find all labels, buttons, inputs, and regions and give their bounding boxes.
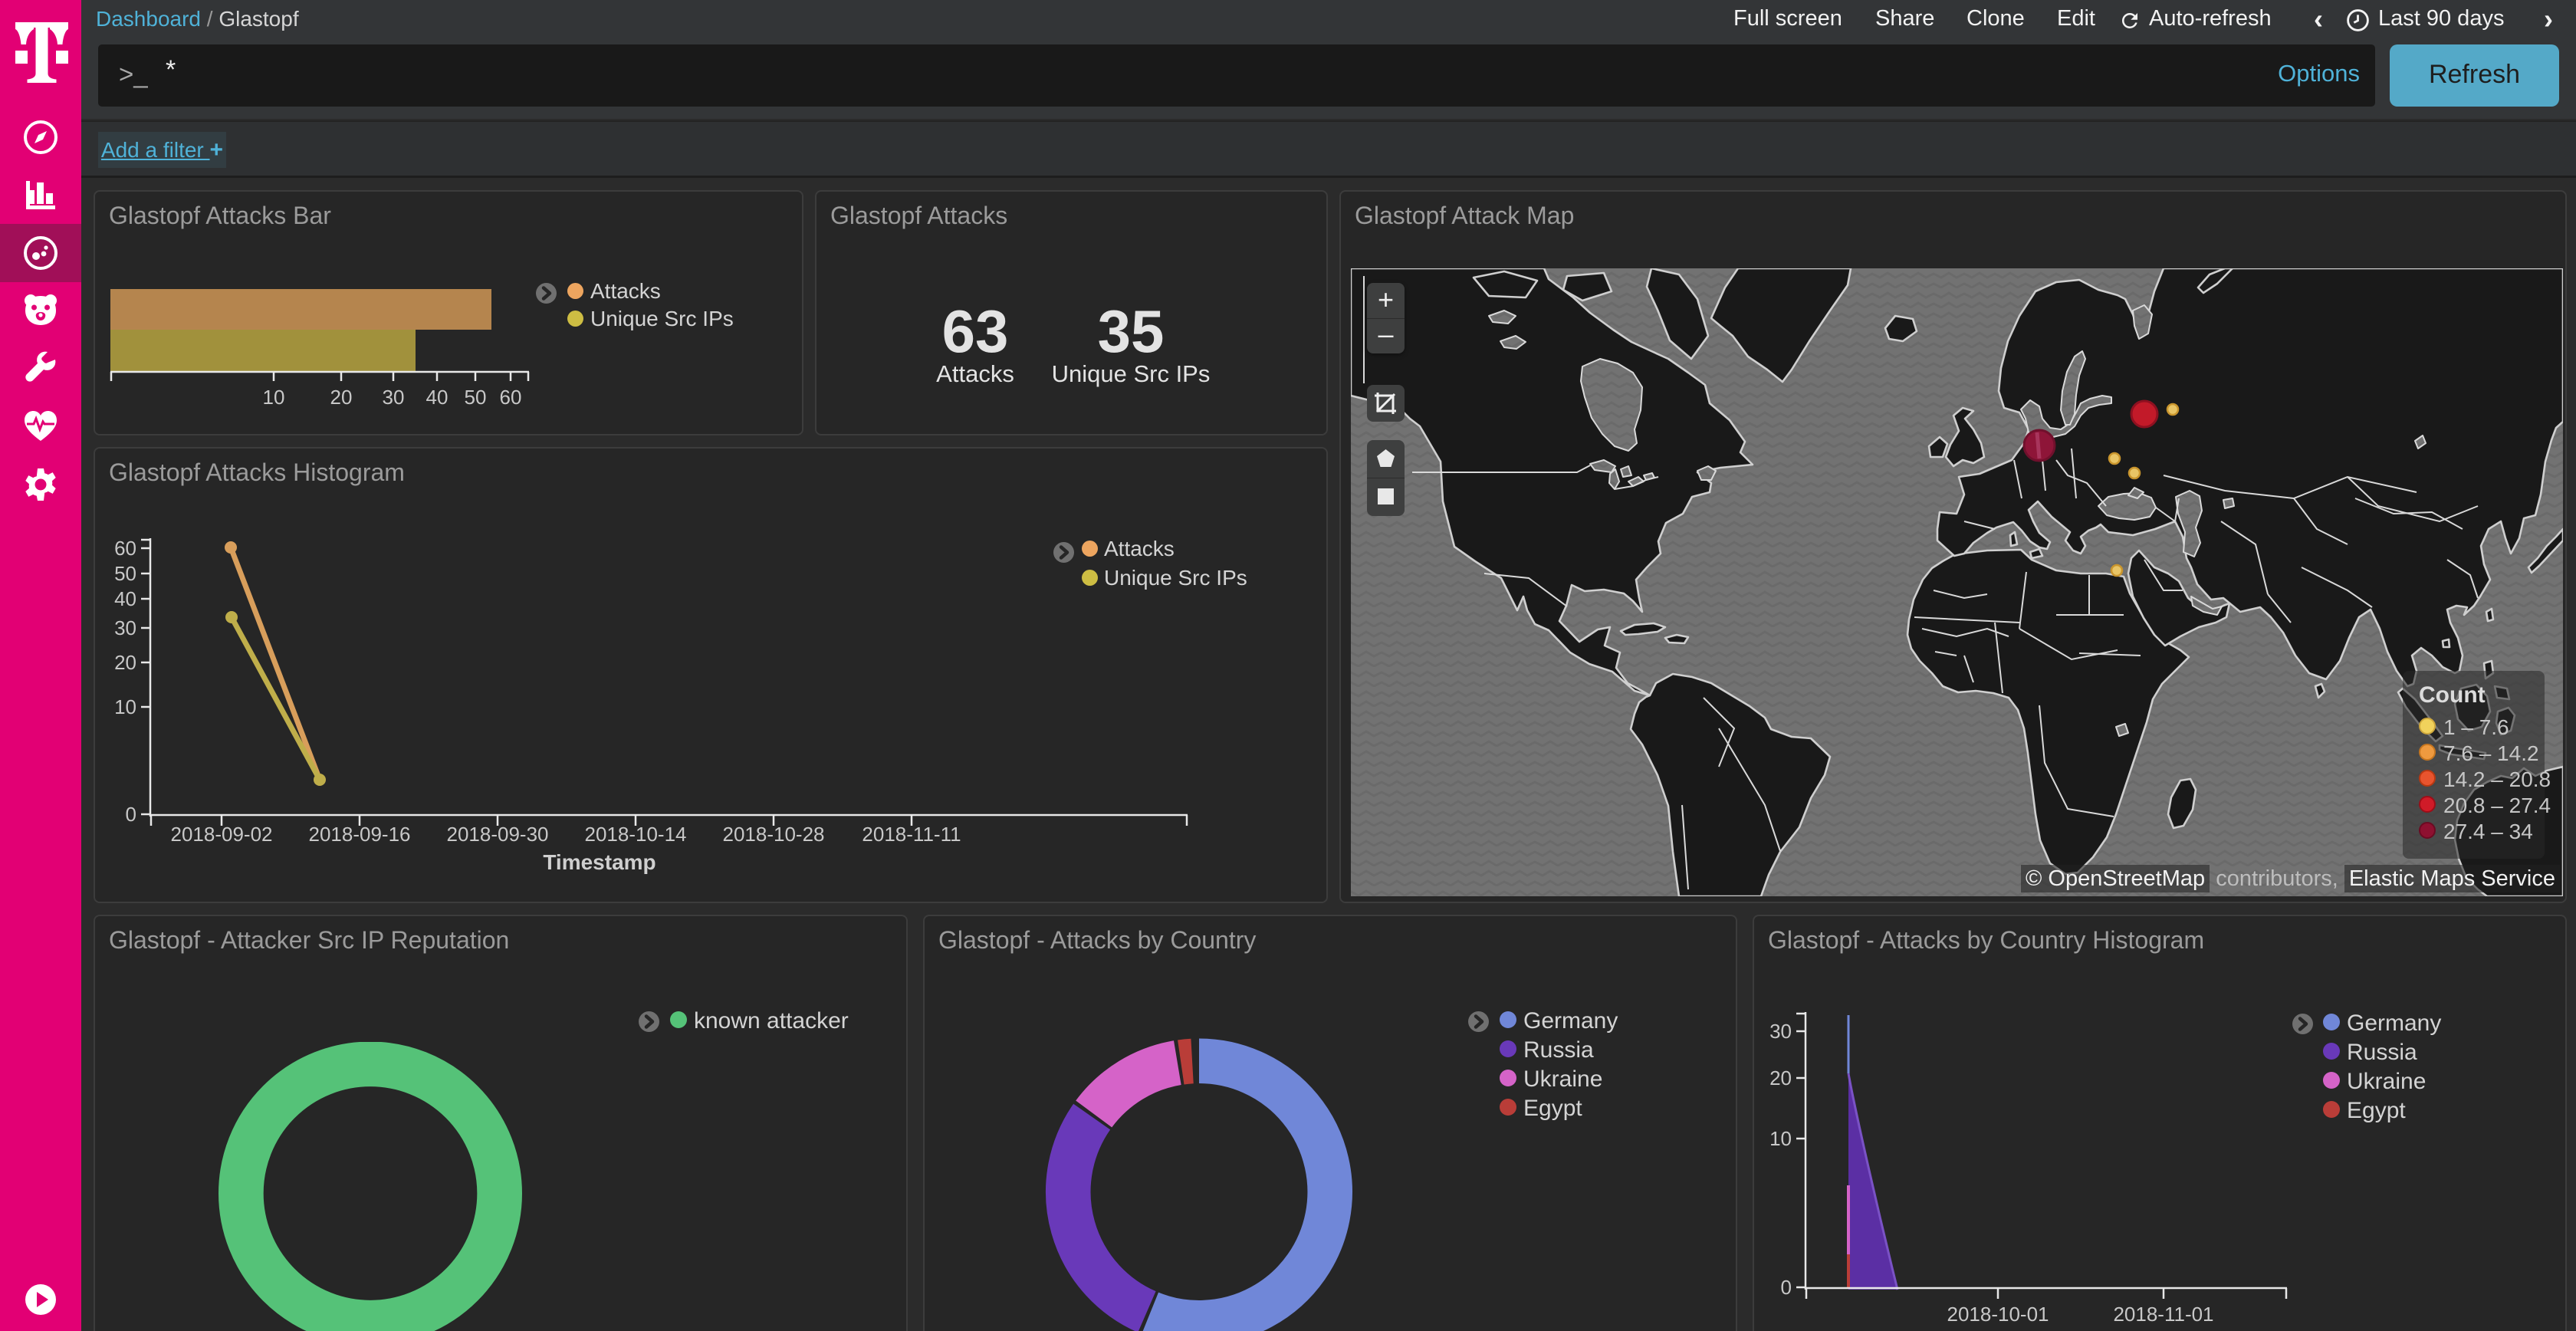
svg-text:30: 30 — [1769, 1020, 1792, 1043]
svg-text:40: 40 — [426, 386, 449, 409]
svg-text:20: 20 — [114, 651, 136, 674]
svg-text:10: 10 — [263, 386, 285, 409]
svg-text:2018-10-01: 2018-10-01 — [1947, 1303, 2049, 1326]
svg-text:30: 30 — [114, 616, 136, 639]
svg-text:Timestamp: Timestamp — [1989, 1328, 2101, 1331]
svg-text:60: 60 — [500, 386, 522, 409]
svg-text:10: 10 — [1769, 1127, 1792, 1150]
svg-text:Timestamp: Timestamp — [543, 850, 656, 874]
svg-text:2018-09-30: 2018-09-30 — [447, 823, 549, 846]
svg-text:2018-09-02: 2018-09-02 — [171, 823, 273, 846]
svg-text:10: 10 — [114, 695, 136, 718]
svg-text:30: 30 — [383, 386, 405, 409]
svg-text:2018-09-16: 2018-09-16 — [309, 823, 411, 846]
svg-text:50: 50 — [465, 386, 487, 409]
svg-text:20: 20 — [1769, 1066, 1792, 1089]
svg-text:0: 0 — [1781, 1276, 1792, 1299]
svg-text:2018-10-28: 2018-10-28 — [723, 823, 825, 846]
svg-text:2018-11-01: 2018-11-01 — [2113, 1303, 2213, 1326]
svg-text:0: 0 — [126, 803, 136, 826]
svg-text:40: 40 — [114, 587, 136, 610]
svg-text:20: 20 — [330, 386, 353, 409]
svg-text:2018-10-14: 2018-10-14 — [585, 823, 687, 846]
svg-text:60: 60 — [114, 537, 136, 560]
svg-text:50: 50 — [114, 562, 136, 585]
svg-text:2018-11-11: 2018-11-11 — [862, 823, 961, 846]
